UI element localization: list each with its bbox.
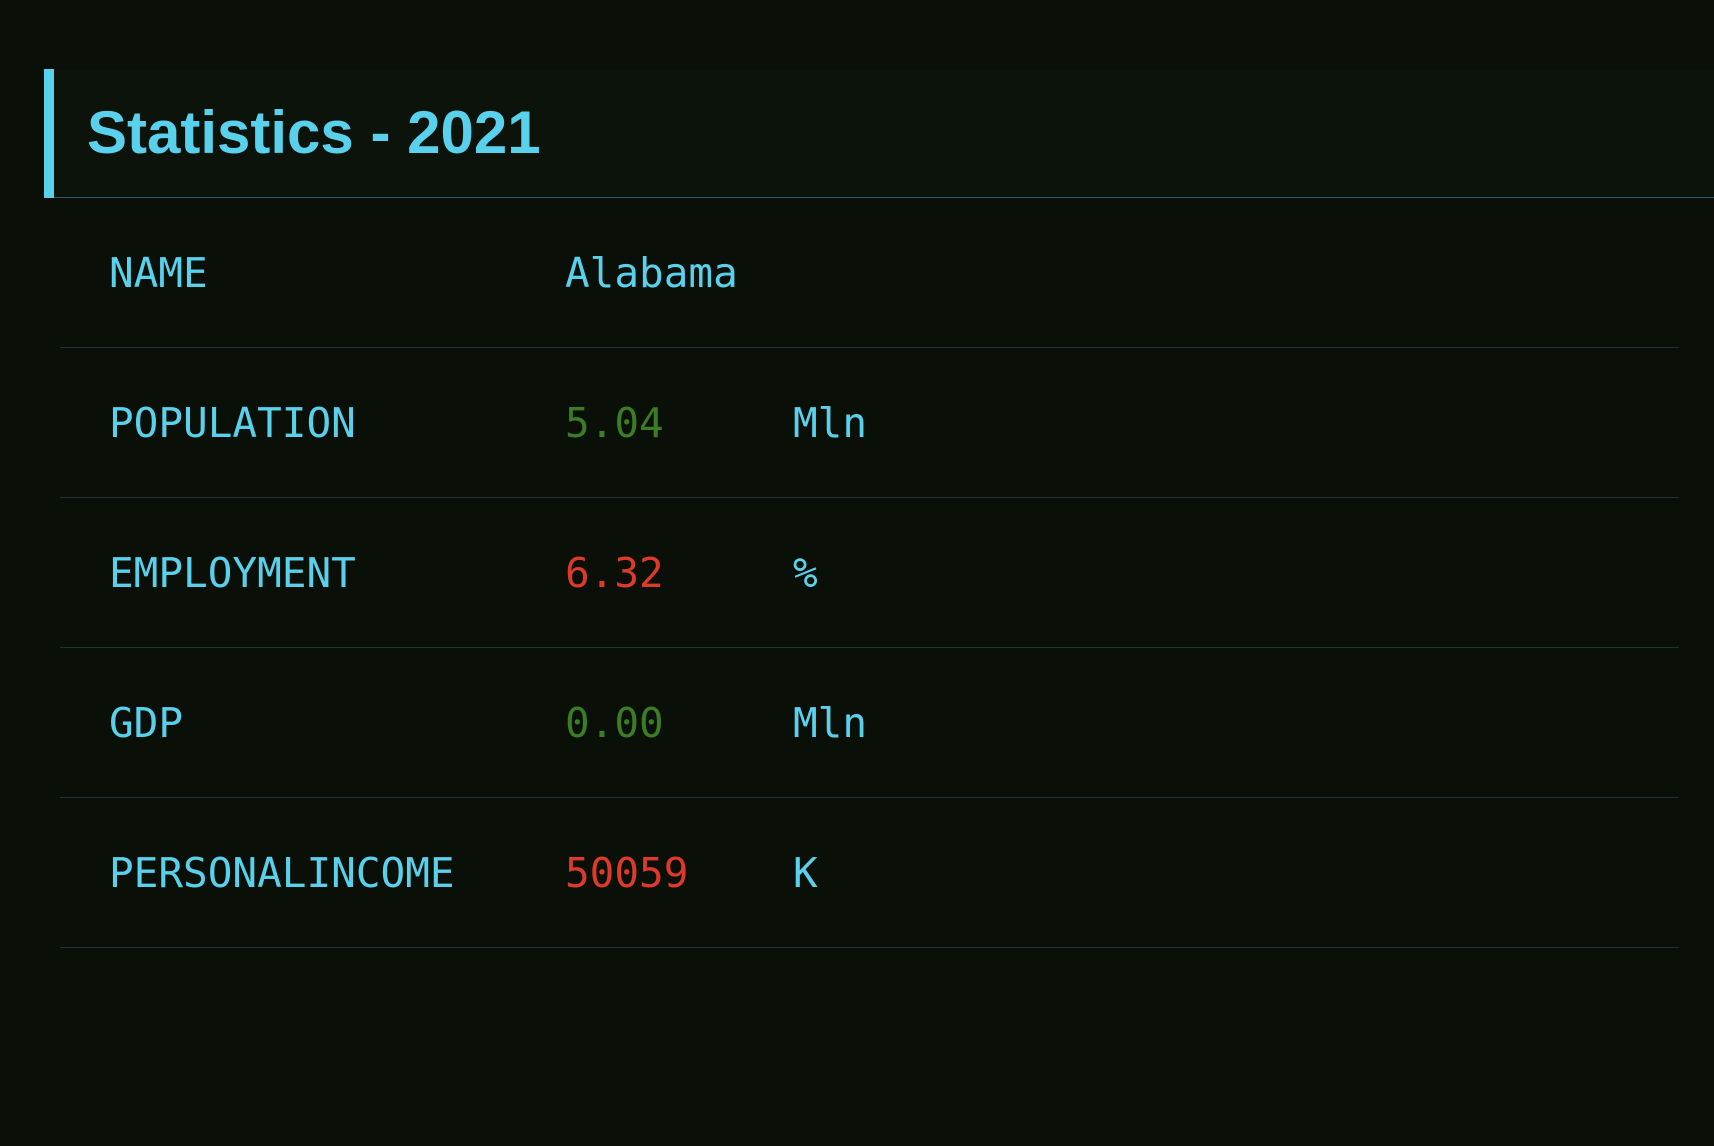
row-label: POPULATION bbox=[109, 398, 356, 447]
table-row-name: NAME Alabama bbox=[60, 198, 1679, 348]
row-unit: Mln bbox=[793, 398, 868, 447]
row-unit: Mln bbox=[793, 698, 868, 747]
row-unit: K bbox=[793, 848, 818, 897]
row-value: 6.32 bbox=[565, 548, 664, 597]
row-unit: % bbox=[793, 548, 818, 597]
header-accent-bar bbox=[44, 69, 54, 198]
table-row-gdp: GDP 0.00 Mln bbox=[60, 648, 1679, 798]
row-value: 5.04 bbox=[565, 398, 664, 447]
page-title: Statistics - 2021 bbox=[87, 99, 541, 166]
table-row-personalincome: PERSONALINCOME 50059 K bbox=[60, 798, 1679, 948]
row-label: NAME bbox=[109, 248, 208, 297]
panel-header: Statistics - 2021 bbox=[44, 69, 1714, 198]
row-value: Alabama bbox=[565, 248, 738, 297]
statistics-panel: Statistics - 2021 NAME Alabama POPULATIO… bbox=[44, 69, 1714, 1146]
stats-table: NAME Alabama POPULATION 5.04 Mln EMPLOYM… bbox=[60, 198, 1679, 948]
row-label: GDP bbox=[109, 698, 184, 747]
row-label: EMPLOYMENT bbox=[109, 548, 356, 597]
row-value: 50059 bbox=[565, 848, 689, 897]
table-row-population: POPULATION 5.04 Mln bbox=[60, 348, 1679, 498]
row-value: 0.00 bbox=[565, 698, 664, 747]
table-row-employment: EMPLOYMENT 6.32 % bbox=[60, 498, 1679, 648]
row-label: PERSONALINCOME bbox=[109, 848, 455, 897]
